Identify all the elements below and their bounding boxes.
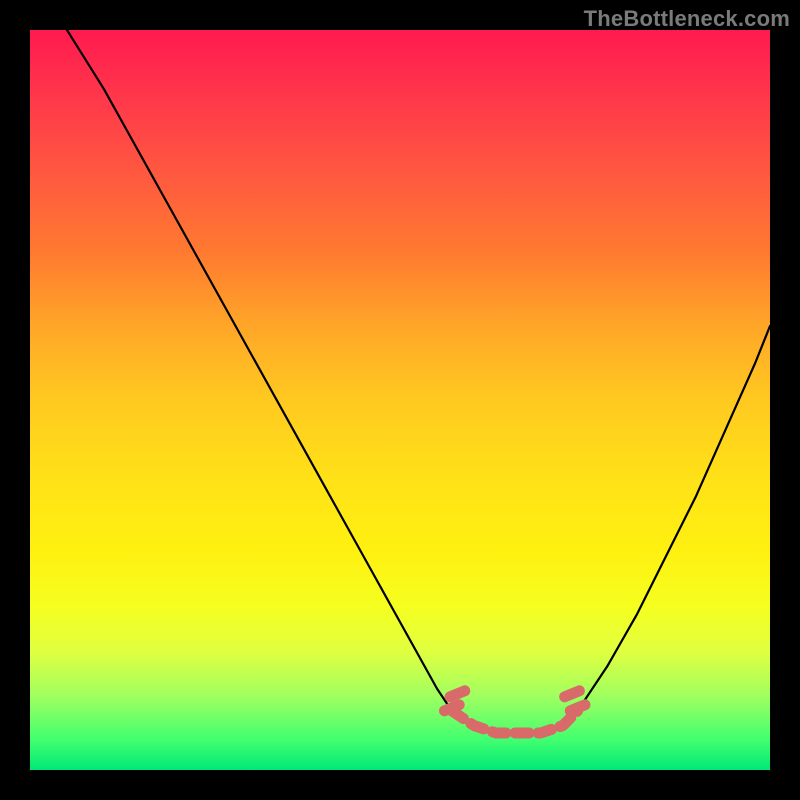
series-bottleneck-left-descent [67,30,452,711]
series-flat-bottom [452,711,578,733]
bottleneck-chart: TheBottleneck.com [0,0,800,800]
plot-area [30,30,770,770]
left-dash-marker-seg0 [444,705,459,711]
series-bottleneck-right-ascent [578,326,770,711]
left-dash-marker-seg1 [450,691,465,697]
right-dash-marker-seg1 [565,691,580,697]
right-dash-marker-seg0 [570,705,585,711]
watermark-text: TheBottleneck.com [584,6,790,32]
chart-svg [30,30,770,770]
